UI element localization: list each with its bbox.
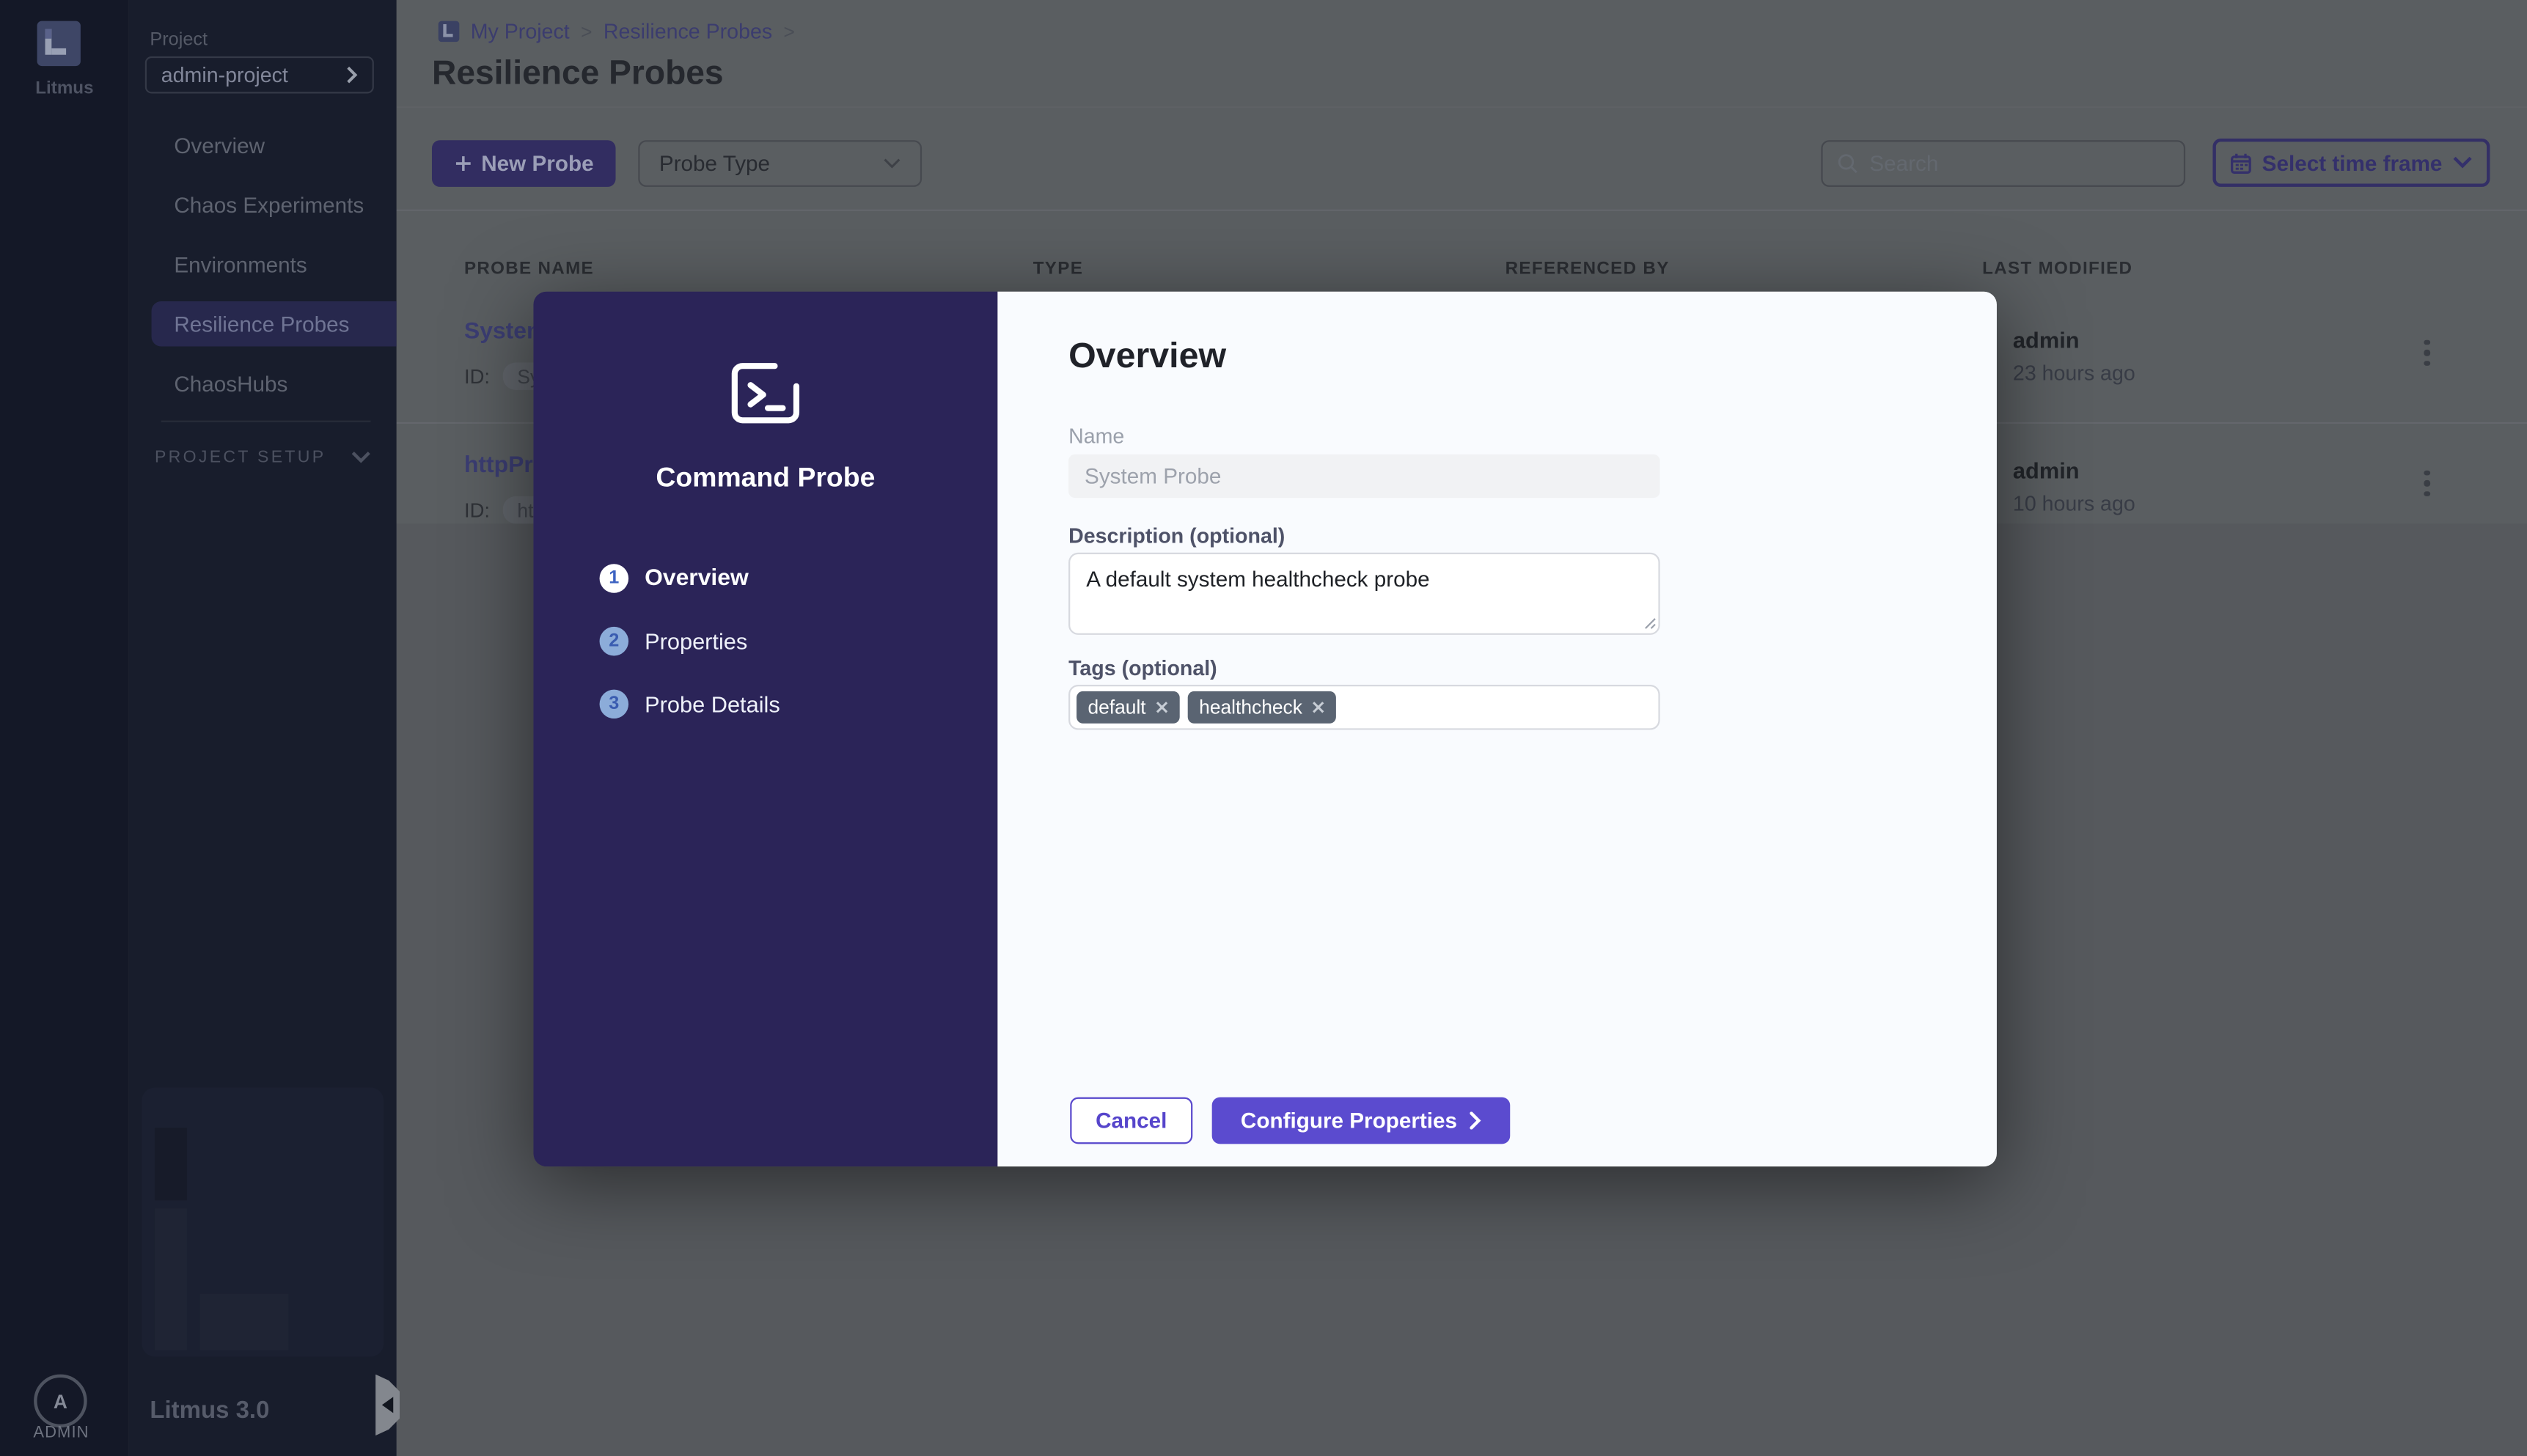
id-label: ID: — [463, 499, 491, 521]
sidebar-item-overview[interactable]: Overview — [129, 122, 397, 168]
version-label: Litmus 3.0 — [150, 1397, 270, 1424]
row-menu-button[interactable] — [2411, 466, 2443, 501]
wizard-form-panel: Overview Name Description (optional) A d… — [997, 291, 1997, 1167]
project-setup-toggle[interactable]: PROJECT SETUP — [155, 448, 370, 467]
chevron-down-icon — [351, 451, 370, 463]
wizard-step-properties[interactable]: 2 Properties — [599, 626, 748, 656]
sidebar-item-environments[interactable]: Environments — [129, 242, 397, 287]
modified-by: admin — [2012, 457, 2080, 484]
new-probe-label: New Probe — [481, 151, 594, 176]
search-input[interactable] — [1869, 151, 2160, 176]
form-title: Overview — [1068, 335, 1227, 376]
wizard-step-overview[interactable]: 1 Overview — [599, 564, 749, 593]
litmus-logo-icon[interactable] — [37, 21, 81, 67]
tag-text: default — [1088, 696, 1146, 719]
left-rail: Litmus A ADMIN — [0, 0, 129, 1456]
sidebar-nav-list: Overview Chaos Experiments Environments … — [129, 122, 397, 421]
calendar-icon — [2230, 152, 2251, 173]
step-number: 2 — [599, 626, 629, 656]
column-header-type: TYPE — [1033, 259, 1084, 279]
chevron-down-icon — [884, 158, 901, 169]
remove-tag-icon[interactable] — [1156, 701, 1169, 714]
sidebar-item-chaos-experiments[interactable]: Chaos Experiments — [129, 182, 397, 227]
tags-label: Tags (optional) — [1068, 655, 1217, 680]
tag-text: healthcheck — [1199, 696, 1302, 719]
user-label: ADMIN — [33, 1424, 89, 1442]
modified-time: 10 hours ago — [2012, 491, 2135, 516]
step-number: 3 — [599, 689, 629, 719]
description-label: Description (optional) — [1068, 523, 1285, 548]
litmus-mini-logo-icon — [438, 21, 460, 43]
breadcrumb: My Project > Resilience Probes > — [438, 19, 795, 43]
breadcrumb-separator: > — [581, 20, 593, 43]
wizard-step-probe-details[interactable]: 3 Probe Details — [599, 689, 780, 719]
sidebar-item-resilience-probes[interactable]: Resilience Probes — [151, 301, 397, 347]
step-label: Probe Details — [645, 691, 780, 717]
wizard-title: Command Probe — [656, 462, 876, 493]
column-header-last-modified: LAST MODIFIED — [1982, 259, 2133, 279]
cancel-button[interactable]: Cancel — [1070, 1097, 1193, 1144]
configure-properties-label: Configure Properties — [1240, 1108, 1458, 1133]
wizard-side-panel: Command Probe 1 Overview 2 Properties 3 … — [533, 291, 998, 1167]
probe-type-label: Probe Type — [659, 151, 771, 176]
step-number: 1 — [599, 564, 629, 593]
toolbar-divider — [396, 209, 2527, 211]
breadcrumb-resilience-probes[interactable]: Resilience Probes — [604, 19, 772, 43]
probe-type-dropdown[interactable]: Probe Type — [638, 140, 923, 187]
project-label: Project — [150, 30, 208, 51]
description-textarea[interactable]: A default system healthcheck probe — [1068, 552, 1660, 635]
chevron-right-icon — [1470, 1111, 1481, 1130]
configure-properties-button[interactable]: Configure Properties — [1211, 1097, 1511, 1144]
project-selector[interactable]: admin-project — [144, 56, 374, 94]
sidebar-nav-panel: Project admin-project Overview Chaos Exp… — [128, 0, 397, 1456]
search-box — [1821, 140, 2186, 187]
breadcrumb-separator: > — [783, 20, 795, 43]
command-probe-modal: Command Probe 1 Overview 2 Properties 3 … — [533, 291, 1997, 1167]
column-header-probe-name: PROBE NAME — [463, 259, 594, 279]
sidebar-divider — [161, 420, 371, 422]
row-menu-button[interactable] — [2411, 335, 2443, 370]
tag-chip-healthcheck: healthcheck — [1187, 691, 1337, 724]
terminal-icon — [731, 363, 800, 424]
step-label: Properties — [645, 628, 748, 655]
project-name: admin-project — [161, 62, 288, 87]
header-divider — [396, 106, 2527, 109]
search-icon — [1838, 154, 1857, 174]
new-probe-button[interactable]: New Probe — [431, 140, 616, 187]
tag-chip-default: default — [1077, 691, 1180, 724]
breadcrumb-my-project[interactable]: My Project — [471, 19, 570, 43]
brand-name: Litmus — [35, 78, 94, 99]
user-avatar[interactable]: A — [34, 1374, 87, 1428]
modified-time: 23 hours ago — [2012, 361, 2135, 386]
chevron-right-icon — [347, 66, 358, 84]
chevron-down-icon — [2454, 156, 2473, 169]
name-input[interactable] — [1068, 454, 1660, 499]
step-label: Overview — [645, 565, 749, 592]
plus-icon — [455, 156, 470, 171]
column-header-referenced-by: REFERENCED BY — [1505, 259, 1670, 279]
sidebar-item-chaoshubs[interactable]: ChaosHubs — [129, 361, 397, 406]
remove-tag-icon[interactable] — [1312, 701, 1325, 714]
id-label: ID: — [463, 364, 491, 388]
app-root: My Project > Resilience Probes > Resilie… — [0, 0, 2527, 1456]
page-title: Resilience Probes — [431, 54, 724, 92]
collapse-arrow-icon — [381, 1397, 394, 1413]
modified-by: admin — [2012, 327, 2080, 353]
select-time-frame-button[interactable]: Select time frame — [2212, 139, 2490, 187]
select-time-frame-label: Select time frame — [2262, 150, 2443, 175]
sidebar-illustration — [142, 1087, 384, 1357]
tags-input[interactable]: default healthcheck — [1068, 685, 1660, 730]
name-label: Name — [1068, 423, 1125, 448]
project-setup-label: PROJECT SETUP — [154, 447, 326, 468]
